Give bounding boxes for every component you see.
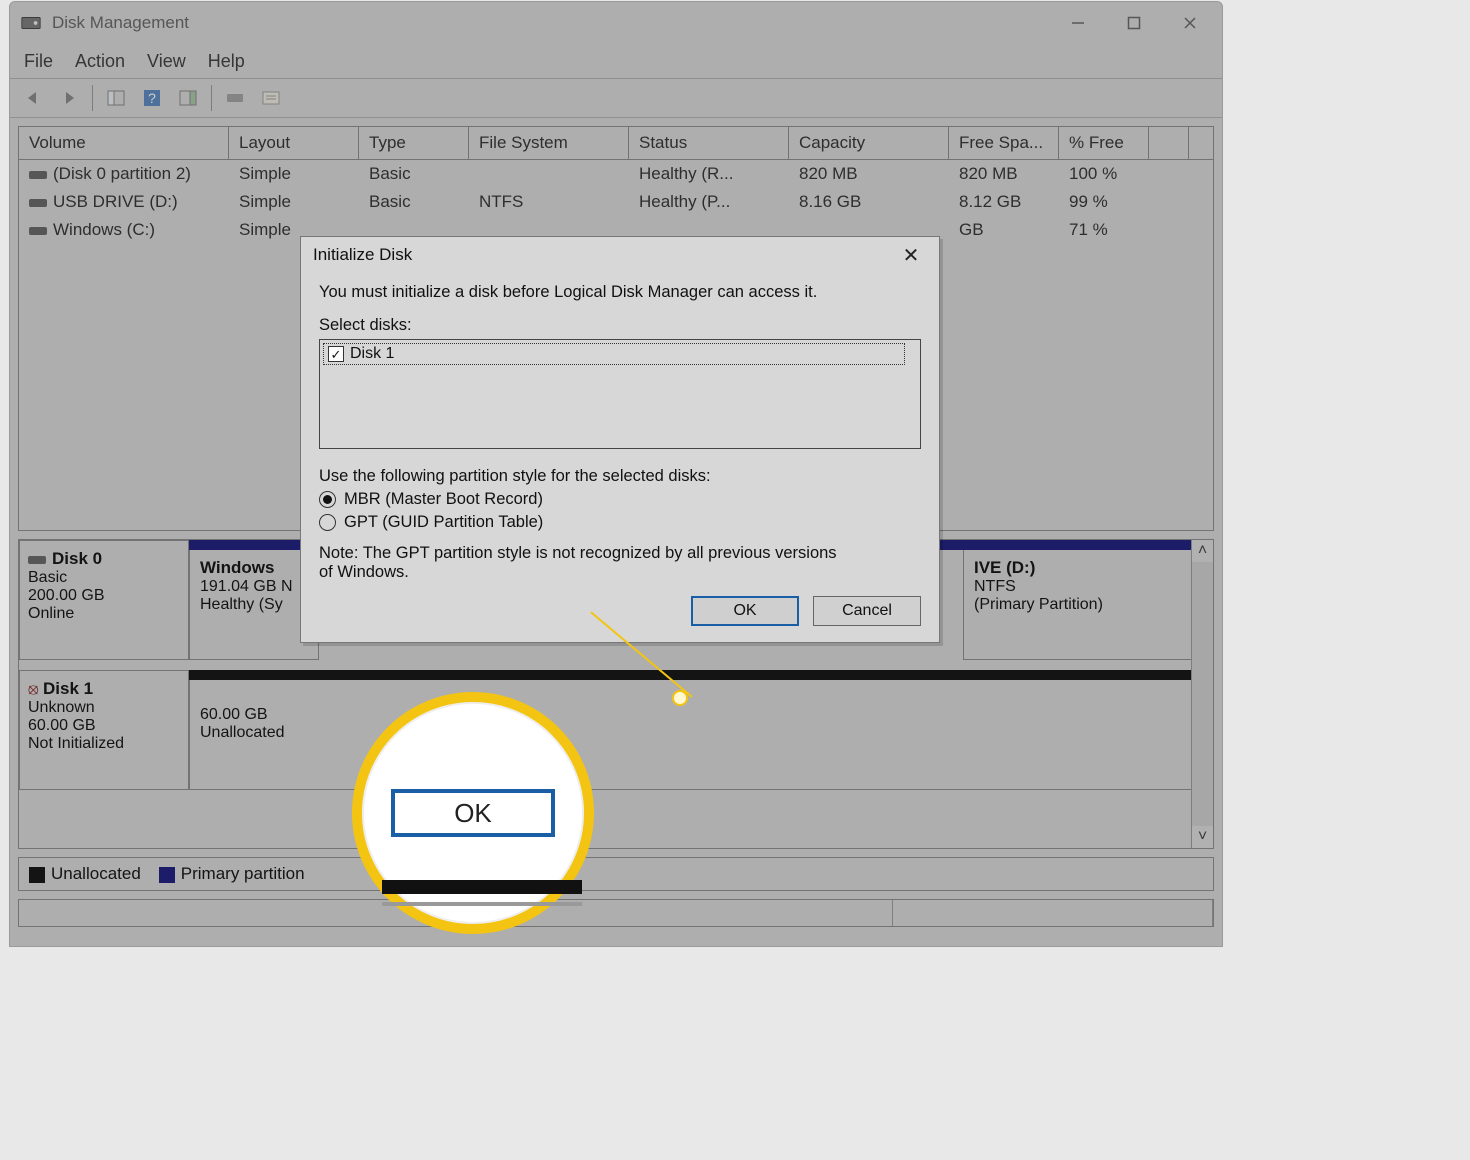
radio-icon[interactable] [319, 491, 336, 508]
checkbox[interactable]: ✓ [328, 346, 344, 362]
radio-mbr[interactable]: MBR (Master Boot Record) [319, 490, 921, 509]
col-volume[interactable]: Volume [19, 127, 229, 159]
col-filesystem[interactable]: File System [469, 127, 629, 159]
radio-gpt[interactable]: GPT (GUID Partition Table) [319, 513, 921, 532]
col-status[interactable]: Status [629, 127, 789, 159]
disk-item-label: Disk 1 [350, 345, 394, 363]
forward-icon[interactable] [54, 83, 84, 113]
col-type[interactable]: Type [359, 127, 469, 159]
table-row[interactable]: USB DRIVE (D:) Simple Basic NTFS Healthy… [19, 188, 1213, 216]
toolbar-divider [92, 85, 93, 111]
error-icon: ⦻ [28, 681, 43, 698]
dialog-intro: You must initialize a disk before Logica… [319, 283, 921, 302]
rescan-disks-icon[interactable] [220, 83, 250, 113]
menu-help[interactable]: Help [208, 51, 245, 72]
col-layout[interactable]: Layout [229, 127, 359, 159]
close-button[interactable] [1162, 3, 1218, 43]
titlebar: Disk Management [10, 2, 1222, 44]
properties-icon[interactable] [256, 83, 286, 113]
disk-management-icon [20, 12, 42, 34]
dialog-note: Note: The GPT partition style is not rec… [319, 544, 839, 582]
volume-name: (Disk 0 partition 2) [53, 164, 191, 183]
toolbar: ? [10, 78, 1222, 118]
status-bar [18, 899, 1214, 927]
col-capacity[interactable]: Capacity [789, 127, 949, 159]
radio-icon[interactable] [319, 514, 336, 531]
partition-unallocated[interactable]: 60.00 GB Unallocated [189, 680, 1213, 790]
col-free[interactable]: Free Spa... [949, 127, 1059, 159]
disk-icon [28, 556, 46, 564]
select-disks-label: Select disks: [319, 316, 921, 335]
volume-name: USB DRIVE (D:) [53, 192, 178, 211]
disk-label: Disk 1 [43, 679, 93, 698]
disk-listbox[interactable]: ✓ Disk 1 [319, 339, 921, 449]
minimize-button[interactable] [1050, 3, 1106, 43]
disk-row-1[interactable]: ⦻ Disk 1 Unknown 60.00 GB Not Initialize… [19, 670, 1213, 800]
table-row[interactable]: (Disk 0 partition 2) Simple Basic Health… [19, 160, 1213, 188]
window-title: Disk Management [52, 13, 189, 33]
cancel-button[interactable]: Cancel [813, 596, 921, 626]
swatch-unallocated [29, 867, 45, 883]
dialog-title: Initialize Disk [313, 245, 412, 265]
volume-icon [29, 199, 47, 207]
menu-action[interactable]: Action [75, 51, 125, 72]
partition[interactable]: IVE (D:) NTFS (Primary Partition) [963, 550, 1213, 660]
callout-magnifier: OK [352, 692, 594, 934]
partition-style-label: Use the following partition style for th… [319, 467, 921, 486]
menu-file[interactable]: File [24, 51, 53, 72]
swatch-primary [159, 867, 175, 883]
callout-anchor [672, 690, 688, 706]
chevron-up-icon[interactable]: ˄ [1192, 540, 1213, 562]
initialize-disk-dialog: Initialize Disk ✕ You must initialize a … [300, 236, 940, 643]
scrollbar[interactable]: ˄ ˅ [1191, 540, 1213, 848]
action-pane-icon[interactable] [173, 83, 203, 113]
help-icon[interactable]: ? [137, 83, 167, 113]
details-pane-icon[interactable] [101, 83, 131, 113]
volume-name: Windows (C:) [53, 220, 155, 239]
list-item[interactable]: ✓ Disk 1 [323, 343, 905, 365]
ok-button[interactable]: OK [691, 596, 799, 626]
volume-icon [29, 227, 47, 235]
menu-view[interactable]: View [147, 51, 186, 72]
svg-text:?: ? [148, 90, 156, 106]
menubar: File Action View Help [10, 44, 1222, 78]
volume-icon [29, 171, 47, 179]
maximize-button[interactable] [1106, 3, 1162, 43]
close-icon[interactable]: ✕ [895, 242, 927, 268]
col-pct-free[interactable]: % Free [1059, 127, 1149, 159]
back-icon[interactable] [18, 83, 48, 113]
ok-button-magnified: OK [391, 789, 555, 837]
chevron-down-icon[interactable]: ˅ [1192, 826, 1213, 848]
toolbar-divider [211, 85, 212, 111]
disk-label: Disk 0 [52, 549, 102, 568]
legend: Unallocated Primary partition [18, 857, 1214, 891]
